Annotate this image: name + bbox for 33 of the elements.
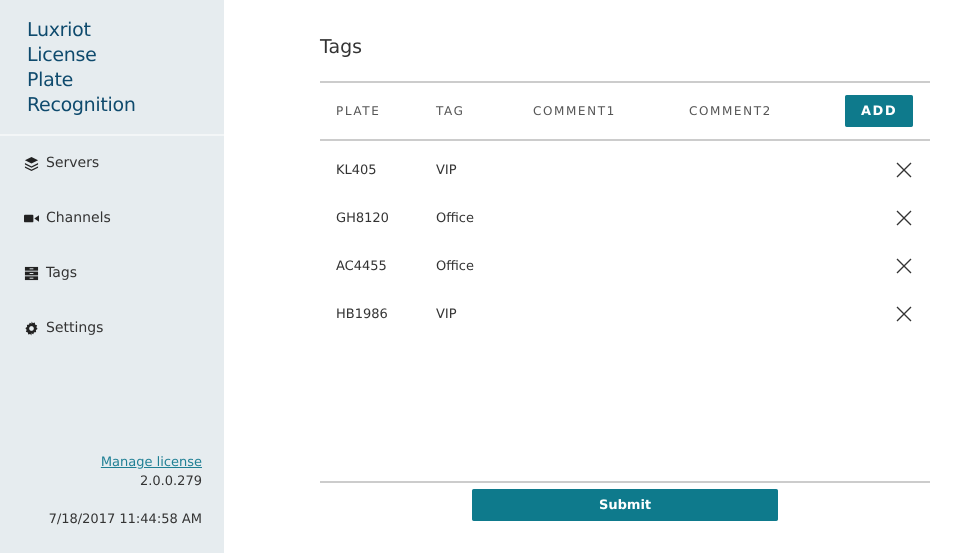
column-header: TAG	[436, 104, 466, 118]
tag-cell-text: Office	[436, 210, 475, 226]
nav-item[interactable]: Tags	[0, 263, 224, 318]
plate-cell-text: HB1986	[336, 306, 389, 322]
plate-cell-text: AC4455	[336, 258, 388, 274]
nav-item[interactable]: Servers	[0, 153, 224, 208]
nav-item[interactable]: Settings	[0, 318, 224, 373]
column-header: PLATE	[336, 104, 382, 118]
version-text: 2.0.0.279	[140, 473, 202, 491]
submit-button[interactable]: Submit	[472, 489, 778, 521]
app-title: Plate	[27, 68, 74, 93]
nav-item[interactable]: Channels	[0, 208, 224, 263]
tag-cell-text: Office	[436, 258, 475, 274]
page-title: Tags	[320, 35, 364, 59]
tag-cell-text: VIP	[436, 162, 458, 178]
datetime-text: 7/18/2017 11:44:58 AM	[48, 511, 202, 529]
close-icon[interactable]	[896, 306, 912, 322]
app-title: Luxriot	[27, 18, 92, 43]
close-icon[interactable]	[896, 210, 912, 226]
drawers-icon	[24, 266, 39, 281]
add-button[interactable]: ADD	[845, 95, 914, 127]
manage-license-link[interactable]: Manage license	[100, 453, 202, 472]
close-icon[interactable]	[896, 258, 912, 274]
tag-cell-text: VIP	[436, 306, 458, 322]
layers-icon	[24, 156, 39, 171]
app-title: License	[27, 43, 98, 68]
close-icon[interactable]	[896, 162, 912, 178]
plate-cell-text: KL405	[336, 162, 378, 178]
plate-cell-text: GH8120	[336, 210, 390, 226]
column-header: COMMENT1	[533, 104, 617, 118]
settings-icon	[24, 321, 39, 336]
column-header: COMMENT2	[689, 104, 773, 118]
app-title: Recognition	[27, 93, 137, 118]
